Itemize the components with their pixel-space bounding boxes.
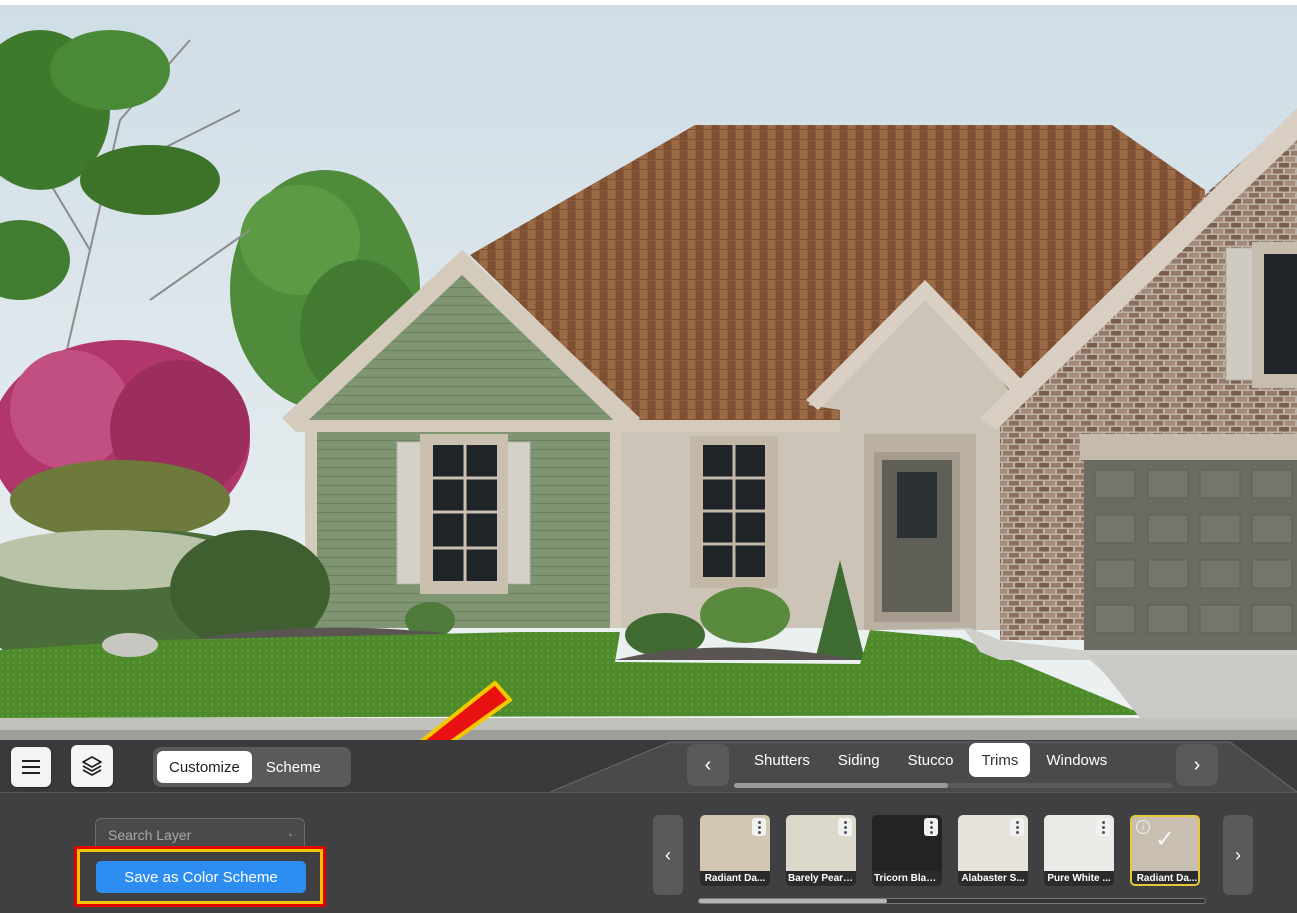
layers-icon (82, 756, 102, 776)
kebab-menu-icon[interactable] (838, 818, 852, 836)
tab-scheme[interactable]: Scheme (254, 751, 333, 783)
checkmark-icon: ✓ (1154, 826, 1176, 853)
category-scrollbar-thumb[interactable] (734, 783, 948, 788)
tab-shutters[interactable]: Shutters (742, 743, 822, 777)
swatch-item[interactable]: Barely Pear ... (786, 815, 856, 886)
swatch-item[interactable]: Radiant Da... (700, 815, 770, 886)
tab-trims[interactable]: Trims (969, 743, 1031, 777)
swatch-label: Pure White ... (1044, 871, 1114, 886)
swatch-label: Alabaster S... (958, 871, 1028, 886)
layers-button[interactable] (71, 745, 113, 787)
category-next-button[interactable]: › (1176, 744, 1218, 786)
swatch-label: Barely Pear ... (786, 871, 856, 886)
menu-button[interactable] (11, 747, 51, 787)
kebab-menu-icon[interactable] (1010, 818, 1024, 836)
swatch-next-button[interactable]: › (1223, 815, 1253, 895)
category-tabs: Shutters Siding Stucco Trims Windows (742, 743, 1119, 777)
tab-siding[interactable]: Siding (826, 743, 892, 777)
chevron-left-icon: ‹ (665, 844, 671, 865)
tab-stucco[interactable]: Stucco (896, 743, 966, 777)
kebab-menu-icon[interactable] (752, 818, 766, 836)
kebab-menu-icon[interactable] (924, 818, 938, 836)
tab-windows[interactable]: Windows (1034, 743, 1119, 777)
swatch-item[interactable]: Tricorn Blac... (872, 815, 942, 886)
search-input[interactable] (108, 827, 289, 843)
swatch-scrollbar-thumb[interactable] (699, 899, 887, 903)
visualizer-app: Customize Scheme ‹ Shutters Siding Stucc… (0, 0, 1297, 913)
category-prev-button[interactable]: ‹ (687, 744, 729, 786)
swatch-prev-button[interactable]: ‹ (653, 815, 683, 895)
mode-switch: Customize Scheme (153, 747, 351, 787)
tab-customize[interactable]: Customize (157, 751, 252, 783)
chevron-right-icon: › (1193, 753, 1201, 776)
search-icon[interactable] (289, 828, 292, 842)
swatch-item-selected[interactable]: i ✓ Radiant Da... (1130, 815, 1200, 886)
house-preview-image (0, 0, 1297, 740)
search-layer-field[interactable] (95, 818, 305, 852)
swatch-label: Radiant Da... (1132, 871, 1198, 884)
swatch-item[interactable]: Alabaster S... (958, 815, 1028, 886)
swatch-label: Radiant Da... (700, 871, 770, 886)
hamburger-menu-icon (22, 760, 40, 774)
swatch-item[interactable]: Pure White ... (1044, 815, 1114, 886)
swatch-label: Tricorn Blac... (872, 871, 942, 886)
chevron-left-icon: ‹ (704, 753, 712, 776)
kebab-menu-icon[interactable] (1096, 818, 1110, 836)
save-as-color-scheme-button[interactable]: Save as Color Scheme (96, 861, 306, 893)
chevron-right-icon: › (1235, 844, 1241, 865)
